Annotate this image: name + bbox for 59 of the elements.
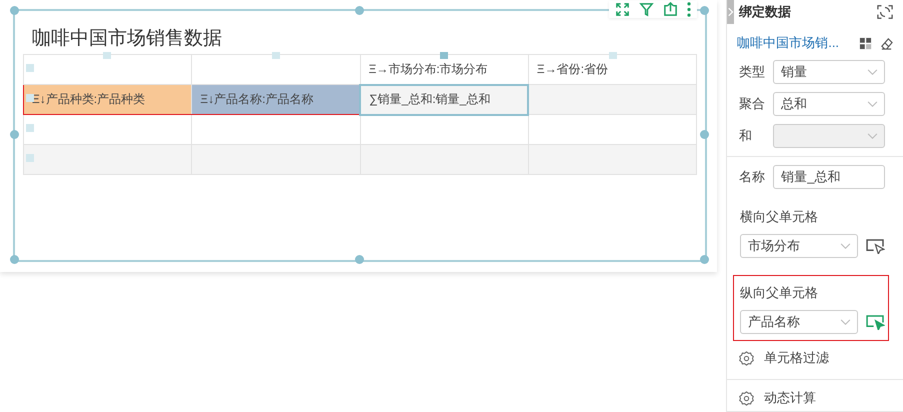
settings-item[interactable]: 单元格过滤 bbox=[727, 341, 903, 375]
resize-handle[interactable] bbox=[10, 6, 18, 14]
column-handle[interactable] bbox=[272, 52, 280, 59]
row-handle[interactable] bbox=[26, 94, 34, 102]
field-label: 聚合 bbox=[739, 95, 766, 113]
swap-icon[interactable] bbox=[877, 4, 893, 20]
dropdown[interactable]: 产品名称 bbox=[740, 310, 858, 334]
settings-item[interactable]: 动态计算 bbox=[727, 379, 903, 412]
chevron-down-icon bbox=[840, 318, 852, 326]
chevron-right-icon[interactable] bbox=[728, 7, 734, 17]
resize-handle[interactable] bbox=[700, 254, 709, 264]
table-cell[interactable] bbox=[192, 54, 360, 84]
table-cell[interactable] bbox=[360, 144, 528, 174]
resize-handle[interactable] bbox=[700, 130, 709, 139]
input-field[interactable]: 销量_总和 bbox=[773, 165, 885, 189]
resize-handle[interactable] bbox=[700, 6, 709, 14]
widget-title: 咖啡中国市场销售数据 bbox=[31, 27, 223, 51]
table-cell[interactable] bbox=[528, 144, 697, 174]
field-label: 类型 bbox=[739, 63, 766, 81]
field-label: 名称 bbox=[739, 168, 766, 186]
chevron-down-icon bbox=[840, 242, 852, 250]
chevron-down-icon bbox=[867, 100, 878, 108]
settings-icon bbox=[739, 350, 754, 366]
resize-handle[interactable] bbox=[354, 6, 364, 14]
export-icon[interactable] bbox=[663, 2, 678, 17]
column-handle[interactable] bbox=[608, 52, 617, 59]
row-handle[interactable] bbox=[26, 154, 34, 162]
column-handle[interactable] bbox=[103, 52, 112, 59]
chevron-down-icon bbox=[867, 68, 878, 76]
table-cell[interactable]: Ξ→省份:省份 bbox=[528, 54, 697, 84]
cell-picker-icon[interactable] bbox=[866, 314, 886, 330]
section-label: 纵向父单元格 bbox=[740, 284, 820, 302]
section-label: 横向父单元格 bbox=[740, 208, 820, 226]
fullscreen-icon[interactable] bbox=[615, 2, 630, 17]
table-cell[interactable]: ∑销量_总和:销量_总和 bbox=[360, 84, 528, 114]
dropdown[interactable]: 销量 bbox=[773, 60, 885, 84]
cell-picker-icon[interactable] bbox=[866, 238, 886, 254]
filter-icon[interactable] bbox=[639, 2, 654, 17]
column-handle[interactable] bbox=[440, 52, 448, 59]
table-cell[interactable] bbox=[528, 84, 697, 114]
dataset-link[interactable]: 咖啡中国市场销... bbox=[737, 34, 859, 52]
row-handle[interactable] bbox=[26, 124, 34, 132]
panel-title: 绑定数据 bbox=[739, 3, 792, 21]
collapse-toggle[interactable] bbox=[727, 0, 734, 24]
eraser-icon[interactable] bbox=[880, 36, 893, 50]
resize-handle[interactable] bbox=[10, 254, 18, 264]
table-cell[interactable] bbox=[192, 144, 360, 174]
resize-handle[interactable] bbox=[10, 130, 18, 139]
field-label: 和 bbox=[739, 127, 754, 145]
row-handle[interactable] bbox=[26, 64, 34, 72]
grid-icon[interactable] bbox=[859, 36, 872, 50]
dropdown[interactable]: 市场分布 bbox=[740, 234, 858, 258]
chevron-down-icon bbox=[867, 132, 878, 140]
dropdown[interactable]: 总和 bbox=[773, 92, 885, 116]
table-cell[interactable]: Ξ↓产品名称:产品名称 bbox=[192, 84, 360, 114]
settings-icon bbox=[739, 390, 754, 406]
resize-handle[interactable] bbox=[354, 254, 364, 264]
table-cell[interactable] bbox=[24, 54, 192, 84]
more-icon[interactable] bbox=[687, 2, 692, 17]
